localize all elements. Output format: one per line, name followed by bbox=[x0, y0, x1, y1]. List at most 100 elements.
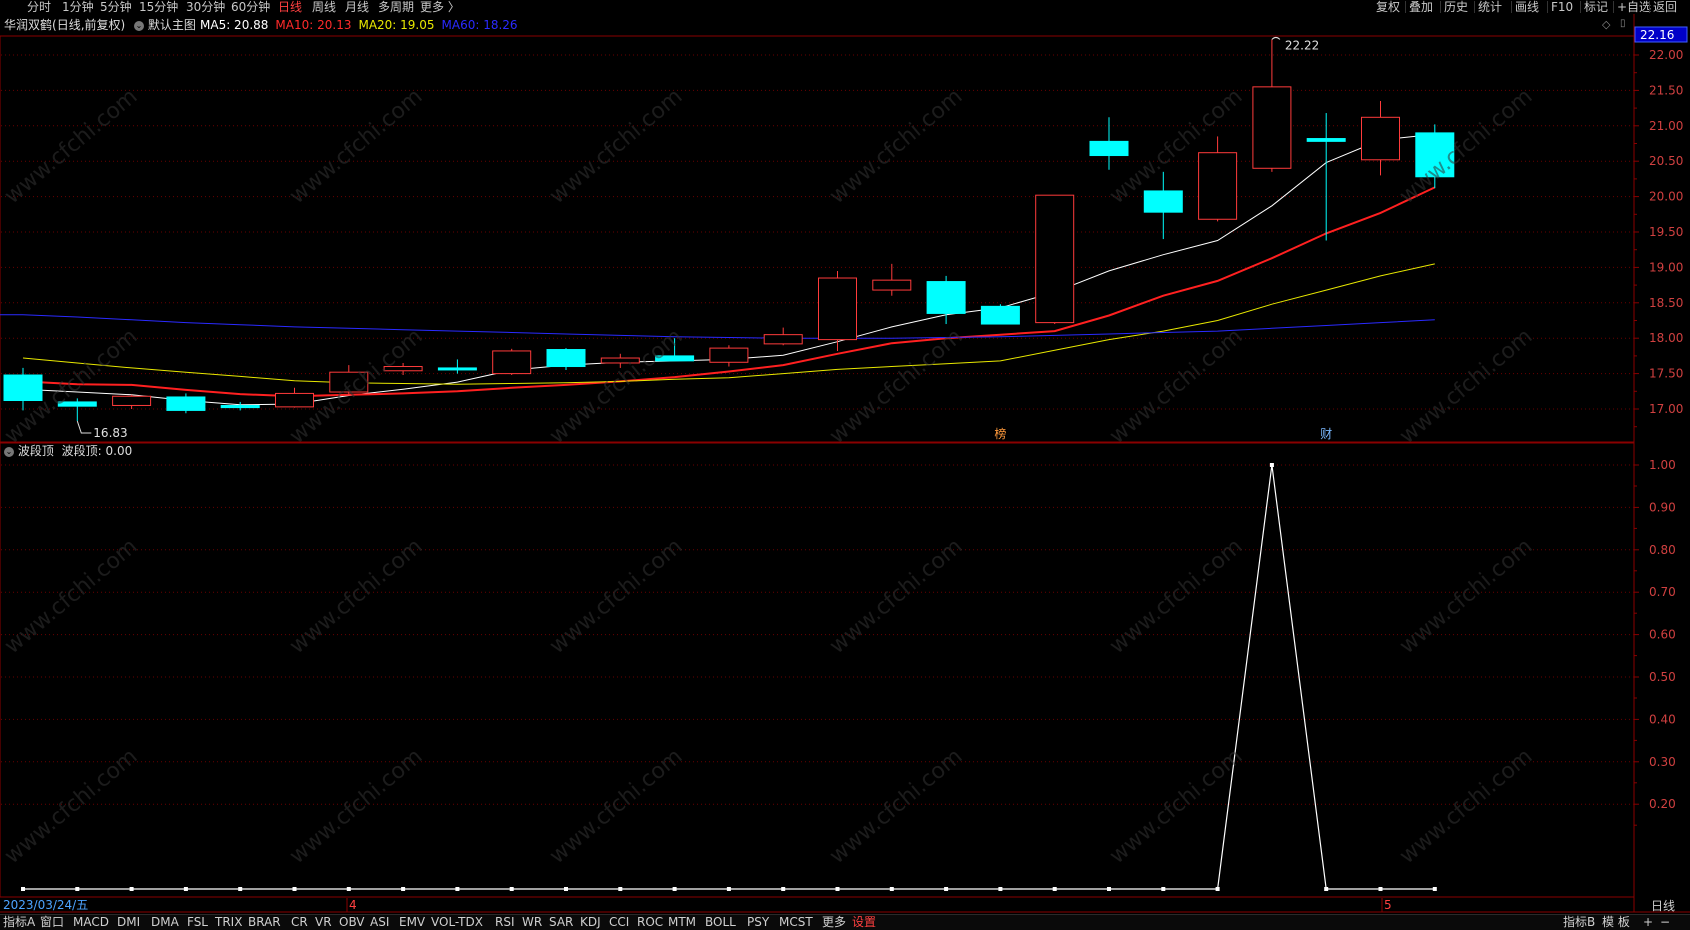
main-pane-frame bbox=[0, 35, 1635, 443]
indicator-tab-4[interactable]: DMA bbox=[151, 915, 179, 930]
indicator-point bbox=[1161, 887, 1166, 891]
event-label: 财 bbox=[1320, 427, 1332, 441]
indicator-point bbox=[998, 887, 1003, 891]
indicator-tab-19[interactable]: ROC bbox=[637, 915, 663, 930]
indicator-tick-label: 1.00 bbox=[1649, 458, 1676, 472]
indicator-tab-25[interactable]: 设置 bbox=[852, 915, 876, 930]
indicator-tick-label: 0.30 bbox=[1649, 755, 1676, 769]
indicator-point bbox=[1107, 887, 1111, 891]
indicator-tab-15[interactable]: WR bbox=[522, 915, 542, 930]
indicator-tick-label: 0.90 bbox=[1649, 500, 1676, 514]
indicator-tab-14[interactable]: RSI bbox=[495, 915, 515, 930]
candle-body bbox=[1198, 152, 1238, 220]
indicator-point bbox=[618, 887, 623, 891]
indicator-tab-24[interactable]: 更多 bbox=[822, 915, 846, 930]
indicator-title[interactable]: ⌄ 波段顶 波段顶: 0.00 bbox=[4, 443, 132, 459]
indicator-tab-3[interactable]: DMI bbox=[117, 915, 140, 930]
candle-body bbox=[1089, 140, 1129, 157]
indicator-tab-13[interactable]: VOL-TDX bbox=[431, 915, 483, 930]
indicator-tab-5[interactable]: FSL bbox=[187, 915, 208, 930]
indicator-tab-8[interactable]: CR bbox=[291, 915, 308, 930]
expand-icon[interactable]: ◇ bbox=[1602, 18, 1610, 31]
indicator-tick-label: 0.40 bbox=[1649, 712, 1676, 726]
indicator-tab-12[interactable]: EMV bbox=[399, 915, 425, 930]
candle-body bbox=[220, 404, 260, 409]
main-tick-label: 19.00 bbox=[1649, 260, 1683, 274]
indicator-point bbox=[346, 887, 351, 891]
indicator-point bbox=[238, 887, 243, 891]
candle-body bbox=[492, 350, 532, 375]
indicator-point bbox=[401, 887, 406, 891]
main-tick-label: 17.00 bbox=[1649, 402, 1683, 416]
candle-body bbox=[437, 367, 477, 371]
indicator-point bbox=[509, 887, 514, 891]
candle-body bbox=[57, 401, 97, 407]
high-marker bbox=[1271, 36, 1281, 40]
indicator-tab-17[interactable]: KDJ bbox=[580, 915, 601, 930]
window-icon[interactable]: ▯ bbox=[1620, 18, 1626, 29]
indicator-point bbox=[455, 887, 460, 891]
indicator-tab-1[interactable]: 窗口 bbox=[40, 915, 64, 930]
indicator-tab-11[interactable]: ASI bbox=[370, 915, 389, 930]
bottom-right-button-1[interactable]: 模 板 bbox=[1602, 915, 1630, 930]
indicator-pane-frame bbox=[0, 442, 1635, 898]
indicator-point bbox=[129, 887, 134, 891]
candle-body bbox=[655, 355, 695, 362]
indicator-name: 波段顶 bbox=[17, 444, 54, 458]
chart-canvas[interactable]: 17.00 17.50 18.00 18.50 19.00 19.50 20.00 20.50… bbox=[0, 0, 1690, 929]
indicator-point bbox=[292, 887, 297, 891]
period-label: 日线 bbox=[1651, 899, 1675, 913]
main-tick-label: 22.00 bbox=[1649, 48, 1683, 62]
candle-body bbox=[329, 371, 369, 393]
indicator-tab-2[interactable]: MACD bbox=[73, 915, 109, 930]
candle-body bbox=[1361, 116, 1400, 161]
indicator-tab-9[interactable]: VR bbox=[315, 915, 332, 930]
indicator-tab-0[interactable]: 指标A bbox=[3, 915, 35, 930]
indicator-point bbox=[781, 887, 786, 891]
indicator-tab-7[interactable]: BRAR bbox=[248, 915, 281, 930]
indicator-tab-21[interactable]: BOLL bbox=[705, 915, 736, 930]
indicator-point bbox=[944, 887, 949, 891]
date-axis-month-4: 4 bbox=[349, 898, 357, 912]
main-tick-label: 20.00 bbox=[1649, 190, 1683, 204]
low-price-label: 16.83 bbox=[93, 426, 127, 440]
indicator-tab-16[interactable]: SAR bbox=[549, 915, 573, 930]
indicator-toggle-icon[interactable]: ⌄ bbox=[4, 446, 14, 457]
candle-body bbox=[1035, 194, 1075, 324]
indicator-point bbox=[1052, 887, 1057, 891]
candle-body bbox=[763, 334, 803, 345]
indicator-point bbox=[672, 887, 677, 891]
bottom-right-button-3[interactable]: + bbox=[1643, 915, 1653, 930]
main-tick-label: 21.00 bbox=[1649, 119, 1683, 133]
bottom-right-button-0[interactable]: 指标B bbox=[1563, 915, 1595, 930]
indicator-point bbox=[1324, 887, 1329, 891]
candle-body bbox=[926, 281, 966, 314]
indicator-tab-10[interactable]: OBV bbox=[339, 915, 365, 930]
candle-body bbox=[709, 347, 749, 363]
indicator-point bbox=[1215, 887, 1220, 891]
event-label: 榜 bbox=[994, 426, 1006, 441]
date-axis-first-date: 2023/03/24/五 bbox=[3, 898, 89, 912]
indicator-tab-6[interactable]: TRIX bbox=[215, 915, 242, 930]
indicator-tick-label: 0.20 bbox=[1649, 797, 1676, 811]
indicator-tab-18[interactable]: CCI bbox=[609, 915, 629, 930]
indicator-tab-20[interactable]: MTM bbox=[668, 915, 696, 930]
candle-body bbox=[818, 277, 857, 341]
candle-body bbox=[1306, 138, 1346, 142]
candle-body bbox=[275, 392, 314, 408]
indicator-point bbox=[726, 887, 731, 891]
candle-body bbox=[383, 366, 423, 372]
main-tick-label: 18.00 bbox=[1649, 331, 1683, 345]
main-tick-label: 20.50 bbox=[1649, 154, 1683, 168]
candle-body bbox=[546, 349, 586, 368]
indicator-tab-bar: 指标A 窗口 MACD DMI DMA FSL TRIX BRAR CR VR OBV ASI EMV V… bbox=[0, 914, 1690, 930]
main-tick-label: 19.50 bbox=[1649, 225, 1683, 239]
bottom-right-button-4[interactable]: − bbox=[1660, 915, 1670, 930]
high-price-label: 22.22 bbox=[1285, 38, 1319, 52]
candle-body bbox=[980, 305, 1020, 325]
indicator-tab-22[interactable]: PSY bbox=[747, 915, 769, 930]
indicator-tab-23[interactable]: MCST bbox=[779, 915, 813, 930]
indicator-point bbox=[1378, 887, 1383, 891]
indicator-point bbox=[21, 887, 25, 891]
main-tick-label: 18.50 bbox=[1649, 296, 1683, 310]
